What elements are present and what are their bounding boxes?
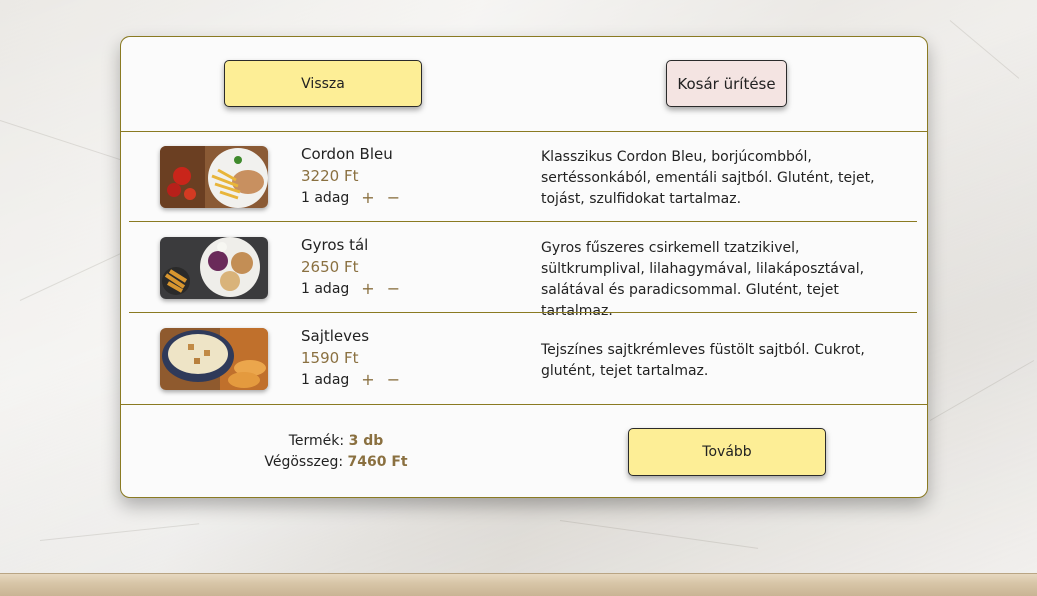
total: Végösszeg: 7460 Ft [221, 452, 451, 473]
back-button[interactable]: Vissza [224, 60, 422, 107]
quantity-label: 1 adag [301, 371, 350, 388]
item-count: Termék: 3 db [221, 431, 451, 452]
minus-button[interactable]: − [387, 188, 400, 207]
item-quantity: 1 adag + − [301, 370, 400, 389]
count-label: Termék: [288, 433, 345, 449]
next-button[interactable]: Tovább [628, 428, 826, 476]
item-quantity: 1 adag + − [301, 188, 400, 207]
sajtleves-image [160, 328, 268, 390]
divider [129, 221, 917, 222]
minus-button[interactable]: − [387, 370, 400, 389]
item-price: 3220 Ft [301, 167, 359, 185]
item-description: Tejszínes sajtkrémleves füstölt sajtból.… [541, 342, 865, 379]
total-label: Végösszeg: [264, 454, 344, 470]
item-description: Gyros fűszeres csirkemell tzatzikivel, s… [541, 240, 865, 319]
gyros-image [160, 237, 268, 299]
wooden-shelf [0, 573, 1037, 596]
quantity-label: 1 adag [301, 280, 350, 297]
quantity-label: 1 adag [301, 189, 350, 206]
item-name: Cordon Bleu [301, 145, 393, 163]
item-price: 2650 Ft [301, 258, 359, 276]
plus-button[interactable]: + [361, 279, 374, 298]
item-description: Klasszikus Cordon Bleu, borjúcombból, se… [541, 149, 875, 207]
cordon-bleu-image [160, 146, 268, 208]
divider [121, 404, 927, 405]
minus-button[interactable]: − [387, 279, 400, 298]
clear-cart-button[interactable]: Kosár ürítése [666, 60, 787, 107]
cart-panel: Vissza Kosár ürítése Cordon Bleu 3220 Ft… [120, 36, 928, 498]
divider [129, 312, 917, 313]
item-quantity: 1 adag + − [301, 279, 400, 298]
item-name: Sajtleves [301, 327, 370, 345]
count-value: 3 db [348, 433, 384, 449]
total-value: 7460 Ft [347, 454, 408, 470]
item-name: Gyros tál [301, 236, 369, 254]
plus-button[interactable]: + [361, 188, 374, 207]
divider [121, 131, 927, 132]
item-price: 1590 Ft [301, 349, 359, 367]
cart-summary: Termék: 3 db Végösszeg: 7460 Ft [221, 431, 451, 473]
plus-button[interactable]: + [361, 370, 374, 389]
